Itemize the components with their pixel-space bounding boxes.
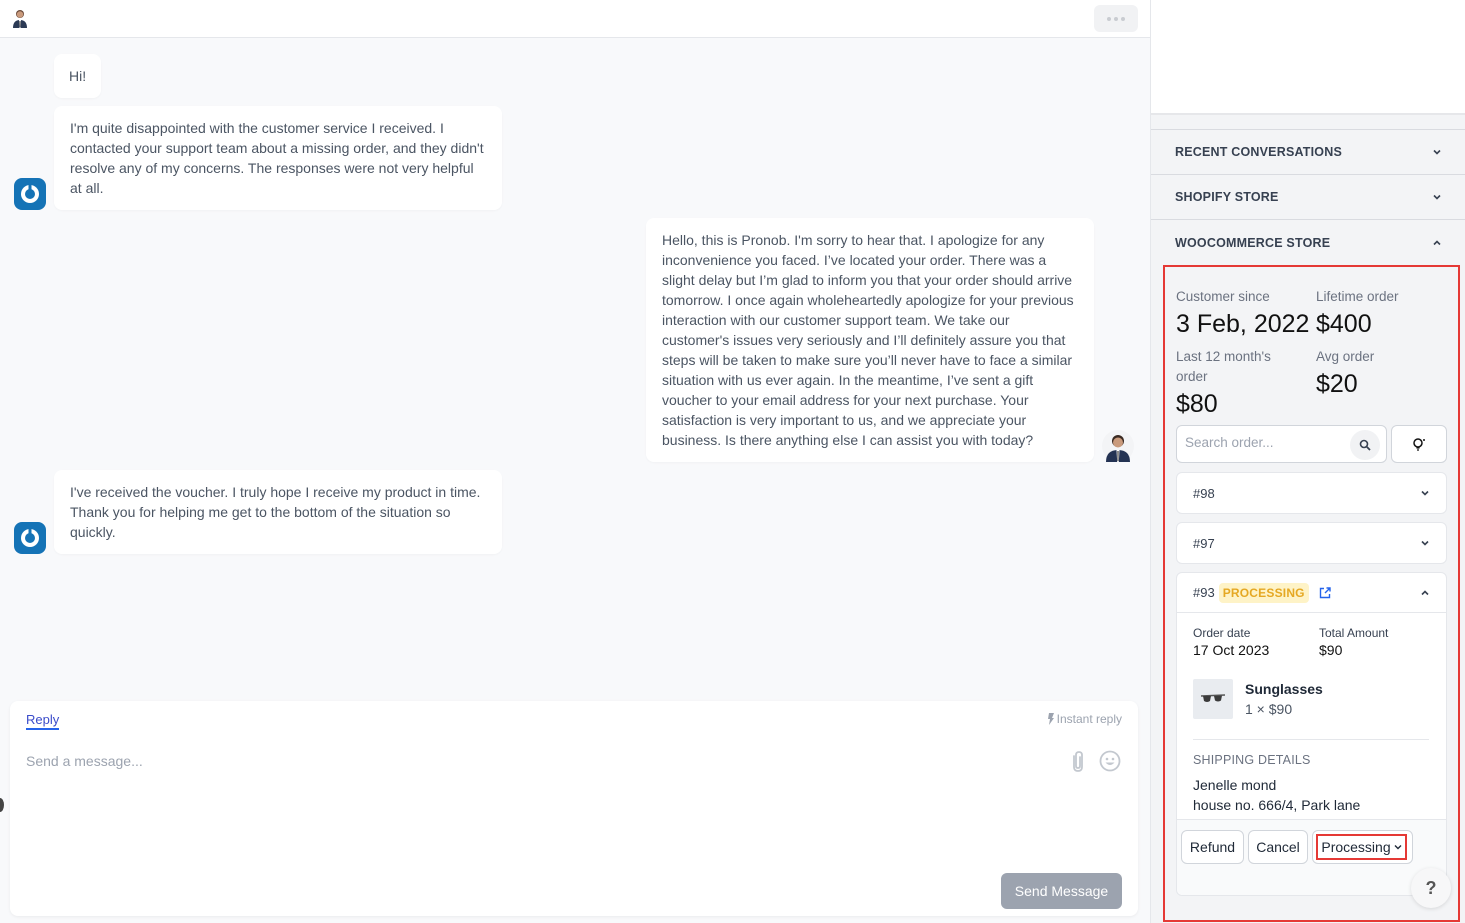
message-composer: Reply Instant reply Send Message bbox=[10, 701, 1138, 916]
order-date: Order date 17 Oct 2023 bbox=[1193, 625, 1269, 659]
order-date-label: Order date bbox=[1193, 626, 1251, 640]
order-total: Total Amount $90 bbox=[1319, 625, 1388, 659]
external-link-icon[interactable] bbox=[1319, 586, 1331, 599]
user-avatar-icon[interactable] bbox=[10, 8, 30, 28]
order-date-value: 17 Oct 2023 bbox=[1193, 642, 1270, 658]
product-name: Sunglasses bbox=[1245, 681, 1323, 697]
order-search bbox=[1176, 425, 1387, 463]
stat-label: Customer since bbox=[1176, 289, 1270, 304]
stat-avg-order: Avg order $20 bbox=[1316, 347, 1446, 401]
refund-button[interactable]: Refund bbox=[1181, 830, 1244, 864]
order-item: #97 bbox=[1176, 522, 1447, 564]
order-item-expanded: #93 PROCESSING Order date 17 Oct 2023 To… bbox=[1176, 572, 1447, 896]
order-actions: Refund Cancel Processing bbox=[1177, 819, 1446, 895]
order-id: #93 bbox=[1193, 585, 1215, 600]
status-select-highlight: Processing bbox=[1316, 834, 1407, 860]
dot-icon bbox=[1107, 16, 1111, 21]
lightning-icon bbox=[1047, 713, 1054, 725]
agent-avatar bbox=[1102, 430, 1134, 462]
stat-last-12-months: Last 12 month's order $80 bbox=[1176, 347, 1306, 421]
message-bubble: I'm quite disappointed with the customer… bbox=[54, 106, 502, 210]
sidebar-header bbox=[1151, 0, 1465, 115]
chevron-down-icon bbox=[1433, 149, 1441, 155]
chevron-up-icon bbox=[1433, 239, 1441, 245]
message-bubble: I've received the voucher. I truly hope … bbox=[54, 470, 502, 554]
woocommerce-panel: Customer since 3 Feb, 2022 Lifetime orde… bbox=[1163, 265, 1460, 922]
instant-reply-label: Instant reply bbox=[1056, 712, 1122, 726]
right-sidebar: RECENT CONVERSATIONS SHOPIFY STORE WOOCO… bbox=[1150, 0, 1465, 923]
customer-avatar bbox=[14, 178, 46, 210]
shipping-name: Jenelle mond bbox=[1193, 777, 1277, 793]
order-id: #98 bbox=[1193, 485, 1215, 501]
order-item: #98 bbox=[1176, 472, 1447, 514]
search-order-input[interactable] bbox=[1185, 435, 1345, 450]
stat-lifetime-order: Lifetime order $400 bbox=[1316, 287, 1446, 341]
emoji-icon[interactable] bbox=[1099, 750, 1121, 772]
product-thumbnail bbox=[1193, 679, 1233, 719]
cancel-order-button[interactable]: Cancel bbox=[1248, 830, 1308, 864]
section-recent-conversations[interactable]: RECENT CONVERSATIONS bbox=[1151, 130, 1465, 175]
tab-reply[interactable]: Reply bbox=[26, 712, 60, 730]
section-label: RECENT CONVERSATIONS bbox=[1175, 145, 1342, 159]
order-id: #97 bbox=[1193, 535, 1215, 551]
order-status-select[interactable]: Processing bbox=[1312, 830, 1413, 864]
help-button[interactable]: ? bbox=[1411, 868, 1451, 908]
order-header[interactable]: #97 bbox=[1177, 523, 1446, 563]
sunglasses-icon bbox=[1200, 694, 1226, 702]
search-icon bbox=[1359, 439, 1371, 451]
dot-icon bbox=[1114, 16, 1118, 21]
divider bbox=[1193, 739, 1429, 740]
chevron-down-icon bbox=[1421, 490, 1429, 496]
stat-value: 3 Feb, 2022 bbox=[1176, 310, 1310, 338]
message-bubble: Hello, this is Pronob. I'm sorry to hear… bbox=[646, 218, 1094, 462]
section-shopify-store[interactable]: SHOPIFY STORE bbox=[1151, 175, 1465, 220]
stat-label: Lifetime order bbox=[1316, 289, 1399, 304]
stat-value: $80 bbox=[1176, 390, 1218, 418]
status-select-value: Processing bbox=[1321, 839, 1391, 855]
chat-panel: Hi! I'm quite disappointed with the cust… bbox=[0, 0, 1150, 923]
stat-customer-since: Customer since 3 Feb, 2022 bbox=[1176, 287, 1316, 341]
chevron-down-icon bbox=[1433, 194, 1441, 200]
lightbulb-icon bbox=[1413, 438, 1425, 451]
divider bbox=[1151, 117, 1465, 130]
search-button[interactable] bbox=[1350, 430, 1380, 460]
stat-value: $20 bbox=[1316, 370, 1358, 398]
drag-handle[interactable] bbox=[0, 798, 4, 812]
power-logo-icon bbox=[21, 528, 39, 547]
section-woocommerce-store[interactable]: WOOCOMMERCE STORE bbox=[1151, 220, 1465, 265]
chat-header bbox=[0, 0, 1150, 38]
chevron-down-icon bbox=[1394, 845, 1402, 850]
more-options-button[interactable] bbox=[1094, 5, 1138, 32]
dot-icon bbox=[1121, 16, 1125, 21]
message-input[interactable] bbox=[26, 753, 1026, 769]
order-total-value: $90 bbox=[1319, 642, 1343, 658]
chevron-up-icon bbox=[1421, 589, 1429, 595]
shipping-address-line: house no. 666/4, Park lane bbox=[1193, 797, 1361, 813]
stat-value: $400 bbox=[1316, 310, 1372, 338]
product-quantity-price: 1 × $90 bbox=[1245, 701, 1293, 717]
order-header[interactable]: #98 bbox=[1177, 473, 1446, 513]
paperclip-icon[interactable] bbox=[1068, 750, 1088, 774]
message-bubble: Hi! bbox=[54, 54, 102, 98]
order-total-label: Total Amount bbox=[1319, 626, 1389, 640]
send-message-button[interactable]: Send Message bbox=[1001, 873, 1122, 909]
shipping-details-title: SHIPPING DETAILS bbox=[1193, 753, 1311, 767]
power-logo-icon bbox=[21, 184, 39, 203]
stat-label: Last 12 month's order bbox=[1176, 349, 1271, 384]
instant-reply-button[interactable]: Instant reply bbox=[1047, 712, 1122, 726]
section-label: WOOCOMMERCE STORE bbox=[1175, 235, 1331, 250]
stat-label: Avg order bbox=[1316, 349, 1375, 364]
chevron-down-icon bbox=[1421, 540, 1429, 546]
order-header[interactable]: #93 PROCESSING bbox=[1177, 573, 1446, 613]
section-label: SHOPIFY STORE bbox=[1175, 190, 1279, 204]
status-badge: PROCESSING bbox=[1218, 582, 1309, 603]
suggestion-button[interactable] bbox=[1391, 425, 1447, 463]
customer-avatar bbox=[14, 522, 46, 554]
